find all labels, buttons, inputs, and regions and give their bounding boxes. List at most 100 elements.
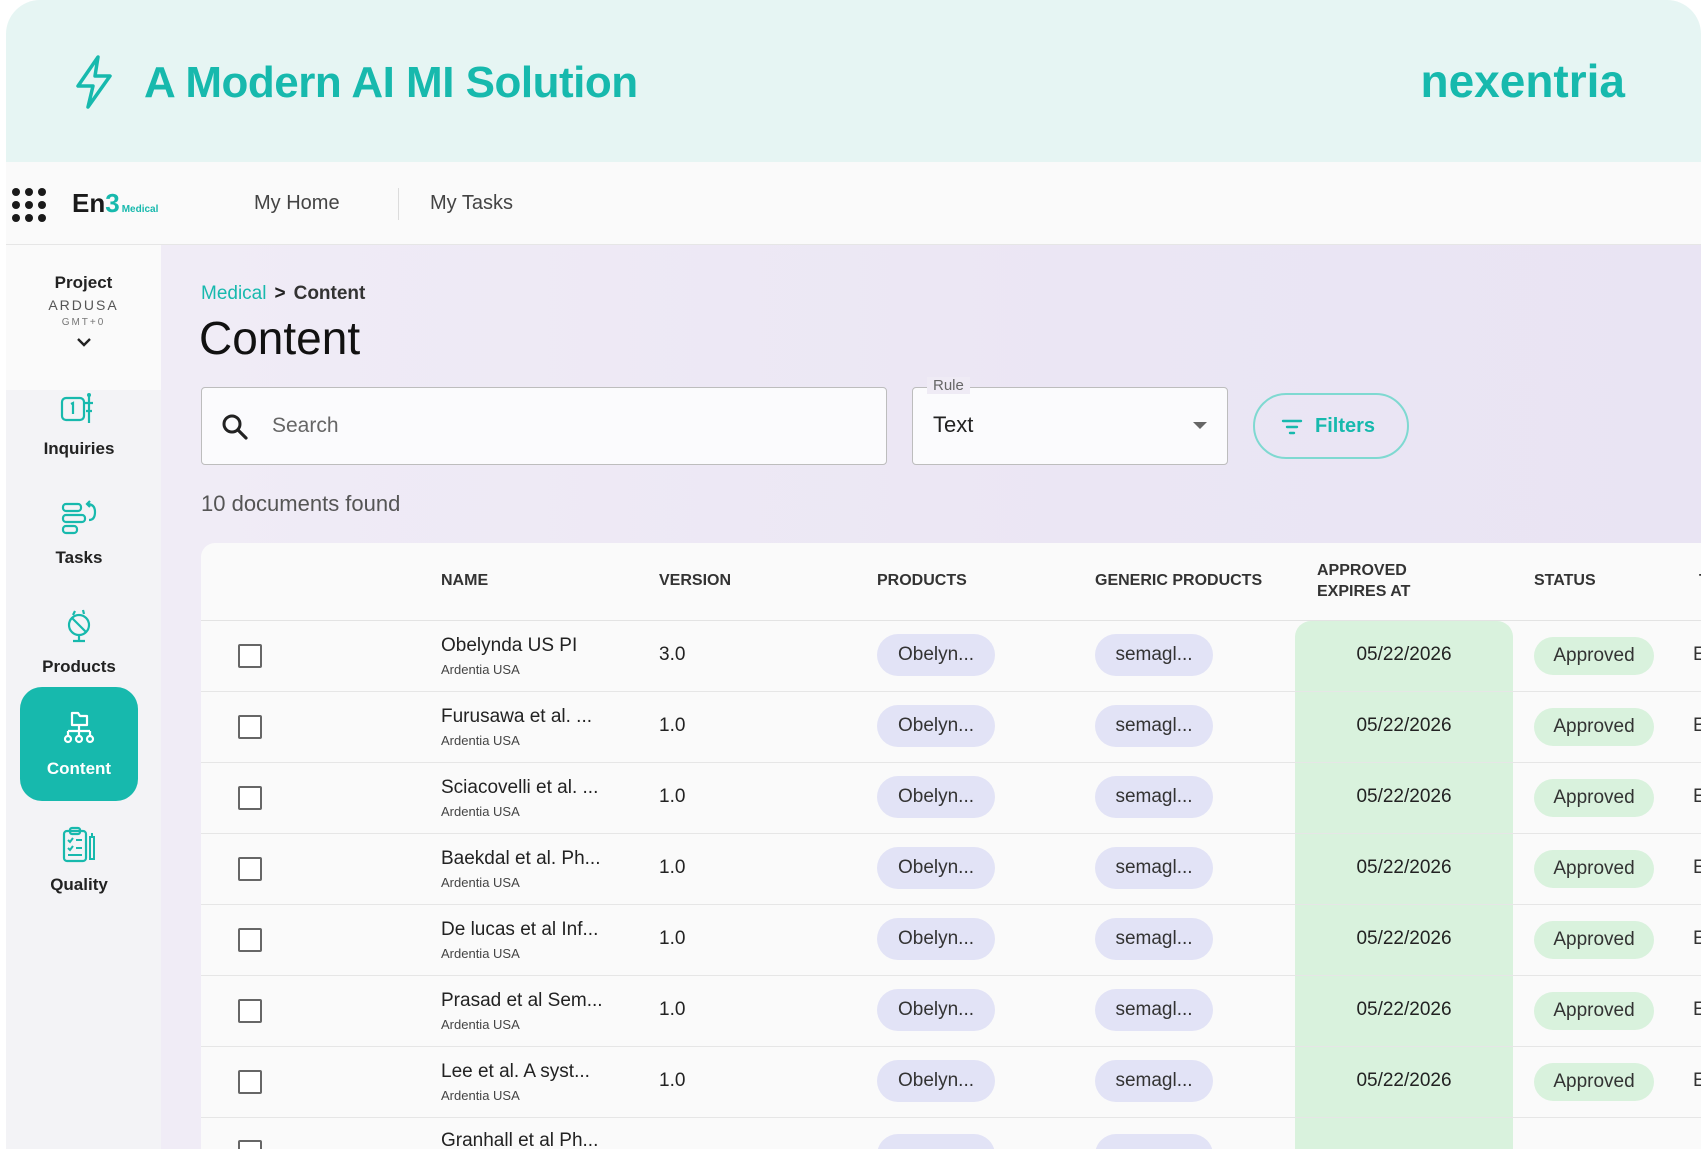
filters-button[interactable]: Filters bbox=[1253, 393, 1409, 459]
document-name[interactable]: De lucas et al Inf... bbox=[441, 919, 598, 941]
sidebar-item-inquiries[interactable]: Inquiries bbox=[20, 367, 138, 481]
product-chip[interactable]: Obelyn... bbox=[877, 918, 995, 960]
expires-date: 05/22/2026 bbox=[1356, 857, 1452, 878]
product-chip[interactable]: Obelyn... bbox=[877, 847, 995, 889]
column-header-version[interactable]: VERSION bbox=[659, 572, 731, 590]
sidebar-item-tasks[interactable]: Tasks bbox=[20, 476, 138, 590]
inquiries-icon bbox=[60, 393, 93, 423]
row-checkbox[interactable] bbox=[238, 1140, 262, 1149]
column-header-approved-line1[interactable]: APPROVED bbox=[1317, 562, 1407, 580]
product-chip[interactable]: Obelyn... bbox=[877, 989, 995, 1031]
promo-banner: A Modern AI MI Solution nexentria bbox=[6, 0, 1701, 162]
table-row[interactable]: Granhall et al Ph... bbox=[201, 1118, 1701, 1149]
generic-product-chip[interactable]: semagl... bbox=[1095, 705, 1213, 747]
row-checkbox[interactable] bbox=[238, 999, 262, 1023]
cut-off-cell: E bbox=[1693, 644, 1701, 665]
breadcrumb-root-link[interactable]: Medical bbox=[201, 283, 266, 304]
product-chip[interactable]: Obelyn... bbox=[877, 634, 995, 676]
row-checkbox[interactable] bbox=[238, 644, 262, 668]
project-timezone: GMT+0 bbox=[61, 317, 106, 328]
document-version: 1.0 bbox=[659, 999, 686, 1020]
cut-off-cell: E bbox=[1693, 999, 1701, 1020]
status-badge: Approved bbox=[1534, 850, 1654, 888]
product-chip[interactable]: Obelyn... bbox=[877, 776, 995, 818]
generic-product-chip[interactable]: semagl... bbox=[1095, 1060, 1213, 1102]
document-name[interactable]: Granhall et al Ph... bbox=[441, 1130, 598, 1149]
product-chip[interactable] bbox=[877, 1134, 995, 1149]
table-row[interactable]: Obelynda US PI Ardentia USA 3.0 Obelyn..… bbox=[201, 621, 1701, 692]
sidebar-item-label: Inquiries bbox=[43, 439, 115, 458]
search-box[interactable] bbox=[201, 387, 887, 465]
table-row[interactable]: Sciacovelli et al. ... Ardentia USA 1.0 … bbox=[201, 763, 1701, 834]
rule-select[interactable]: Rule Text bbox=[912, 377, 1228, 465]
nav-my-tasks[interactable]: My Tasks bbox=[430, 192, 513, 215]
sidebar-item-quality[interactable]: Quality bbox=[20, 803, 138, 917]
cut-off-cell: E bbox=[1693, 715, 1701, 736]
document-name[interactable]: Obelynda US PI bbox=[441, 635, 577, 657]
expires-date: 05/22/2026 bbox=[1356, 1070, 1452, 1091]
document-name[interactable]: Baekdal et al. Ph... bbox=[441, 848, 601, 870]
row-checkbox[interactable] bbox=[238, 928, 262, 952]
table-row[interactable]: De lucas et al Inf... Ardentia USA 1.0 O… bbox=[201, 905, 1701, 976]
sidebar-item-label: Tasks bbox=[55, 548, 103, 567]
logo-number: 3 bbox=[105, 188, 120, 218]
page-title: Content bbox=[199, 312, 361, 364]
tasks-icon bbox=[61, 500, 97, 535]
document-name[interactable]: Furusawa et al. ... bbox=[441, 706, 592, 728]
document-org: Ardentia USA bbox=[441, 875, 520, 890]
project-name: ARDUSA bbox=[48, 297, 119, 313]
cut-off-cell: E bbox=[1693, 1070, 1701, 1091]
generic-product-chip[interactable]: semagl... bbox=[1095, 634, 1213, 676]
rule-select-label: Rule bbox=[927, 377, 970, 394]
document-name[interactable]: Sciacovelli et al. ... bbox=[441, 777, 598, 799]
apps-grid-icon[interactable] bbox=[12, 188, 46, 222]
chevron-down-icon[interactable] bbox=[76, 334, 92, 350]
products-icon bbox=[67, 609, 91, 643]
filters-button-label: Filters bbox=[1315, 415, 1376, 437]
generic-product-chip[interactable]: semagl... bbox=[1095, 847, 1213, 889]
app-logo[interactable]: En3 Medical bbox=[72, 188, 158, 219]
documents-table: NAME VERSION PRODUCTS GENERIC PRODUCTS A… bbox=[201, 543, 1701, 1149]
column-header-products[interactable]: PRODUCTS bbox=[877, 572, 967, 590]
status-badge: Approved bbox=[1534, 921, 1654, 959]
document-org: Ardentia USA bbox=[441, 804, 520, 819]
expires-date: 05/22/2026 bbox=[1356, 715, 1452, 736]
nav-my-home[interactable]: My Home bbox=[254, 192, 340, 215]
table-row[interactable]: Furusawa et al. ... Ardentia USA 1.0 Obe… bbox=[201, 692, 1701, 763]
table-header: NAME VERSION PRODUCTS GENERIC PRODUCTS A… bbox=[201, 543, 1701, 621]
generic-product-chip[interactable]: semagl... bbox=[1095, 776, 1213, 818]
row-checkbox[interactable] bbox=[238, 786, 262, 810]
product-chip[interactable]: Obelyn... bbox=[877, 705, 995, 747]
column-header-status[interactable]: STATUS bbox=[1534, 572, 1596, 590]
table-row[interactable]: Baekdal et al. Ph... Ardentia USA 1.0 Ob… bbox=[201, 834, 1701, 905]
status-badge: Approved bbox=[1534, 708, 1654, 746]
row-checkbox[interactable] bbox=[238, 715, 262, 739]
quality-icon bbox=[62, 826, 95, 863]
logo-main-text: En bbox=[72, 188, 106, 218]
document-org: Ardentia USA bbox=[441, 662, 520, 677]
top-navigation-bar: En3 Medical My Home My Tasks bbox=[6, 162, 1701, 245]
breadcrumb-separator: > bbox=[274, 283, 286, 304]
document-name[interactable]: Lee et al. A syst... bbox=[441, 1061, 590, 1083]
row-checkbox[interactable] bbox=[238, 857, 262, 881]
column-header-name[interactable]: NAME bbox=[441, 572, 488, 590]
table-row[interactable]: Lee et al. A syst... Ardentia USA 1.0 Ob… bbox=[201, 1047, 1701, 1118]
document-name[interactable]: Prasad et al Sem... bbox=[441, 990, 603, 1012]
generic-product-chip[interactable]: semagl... bbox=[1095, 989, 1213, 1031]
sidebar-item-products[interactable]: Products bbox=[20, 585, 138, 699]
sidebar-item-content[interactable]: Content bbox=[20, 687, 138, 801]
generic-product-chip[interactable] bbox=[1095, 1134, 1213, 1149]
sidebar-item-label: Content bbox=[46, 759, 112, 778]
product-chip[interactable]: Obelyn... bbox=[877, 1060, 995, 1102]
table-row[interactable]: Prasad et al Sem... Ardentia USA 1.0 Obe… bbox=[201, 976, 1701, 1047]
column-header-generic-products[interactable]: GENERIC PRODUCTS bbox=[1095, 572, 1262, 590]
search-input[interactable] bbox=[272, 408, 852, 444]
row-checkbox[interactable] bbox=[238, 1070, 262, 1094]
generic-product-chip[interactable]: semagl... bbox=[1095, 918, 1213, 960]
brand-logo: nexentria bbox=[1420, 55, 1625, 107]
logo-subtitle: Medical bbox=[121, 204, 159, 215]
column-header-expires-line2[interactable]: EXPIRES AT bbox=[1317, 583, 1410, 601]
results-count: 10 documents found bbox=[201, 491, 401, 516]
lightning-bolt-icon bbox=[76, 55, 112, 109]
app-frame: A Modern AI MI Solution nexentria En3 Med… bbox=[6, 0, 1701, 1149]
